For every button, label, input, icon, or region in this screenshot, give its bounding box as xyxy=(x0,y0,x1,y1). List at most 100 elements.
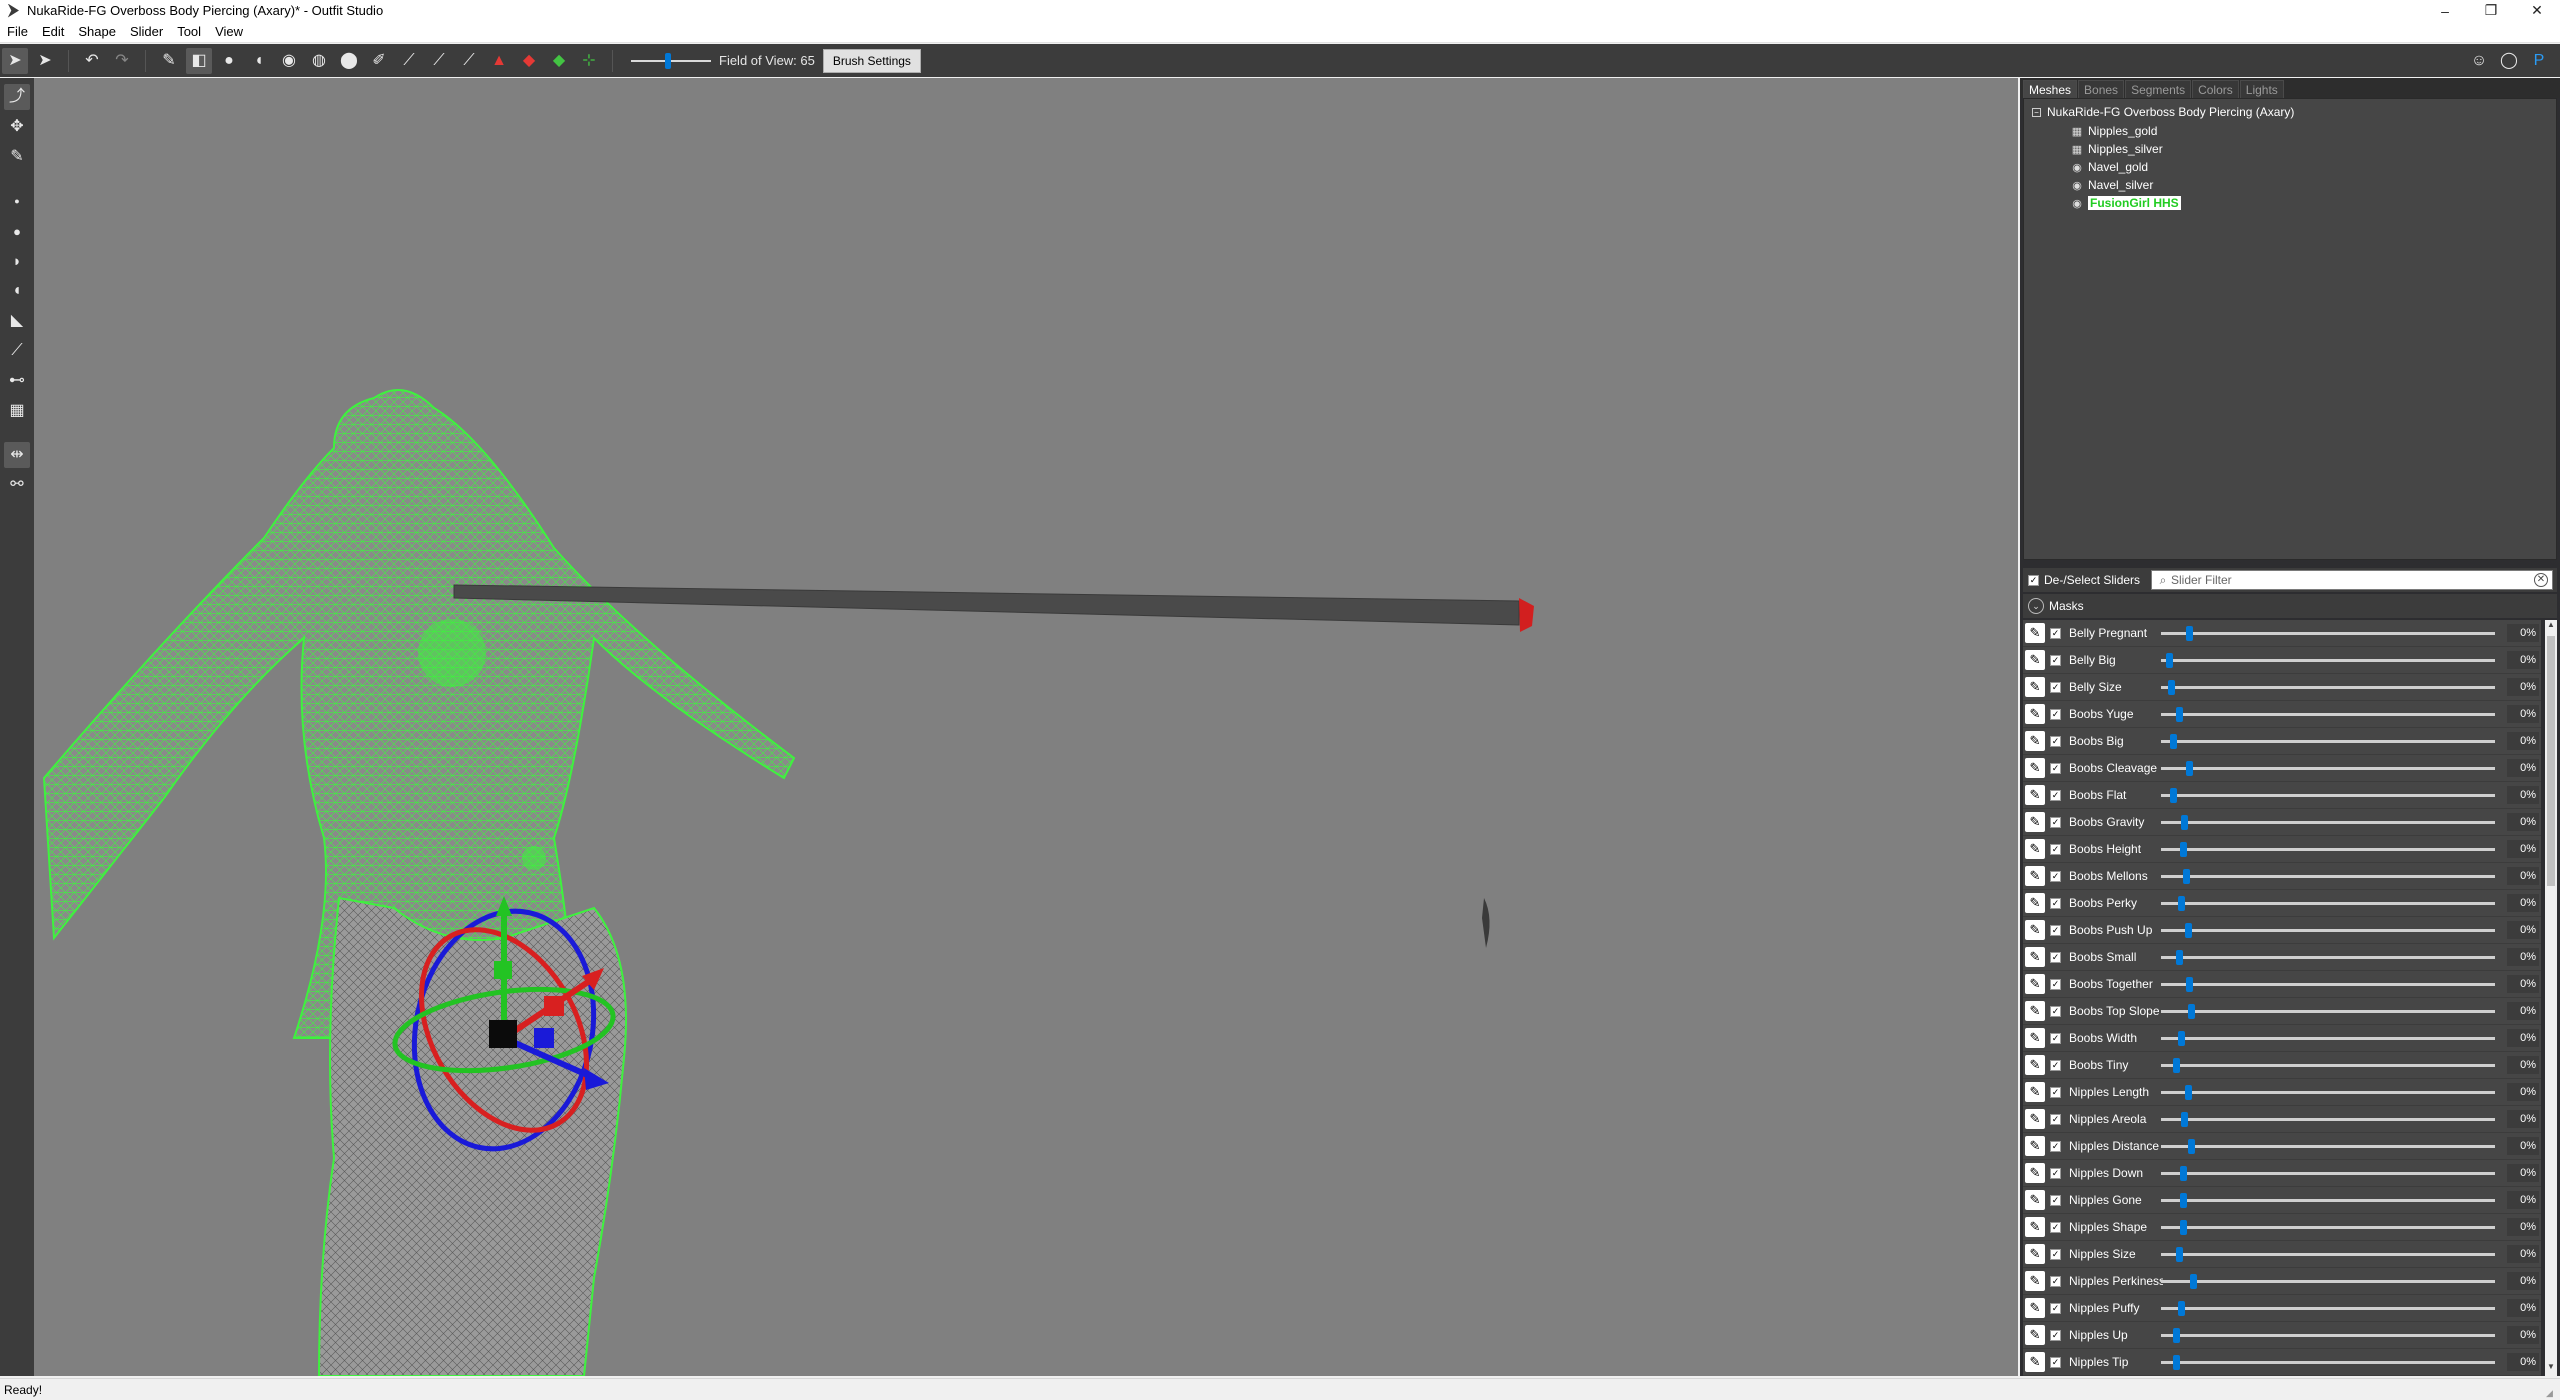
checkbox[interactable]: ✓ xyxy=(2028,574,2039,586)
slider-value[interactable]: 0% xyxy=(2507,1029,2539,1047)
slider-checkbox[interactable]: ✓ xyxy=(2050,1221,2061,1233)
slider-value[interactable]: 0% xyxy=(2507,1272,2539,1290)
slider-track[interactable] xyxy=(2161,983,2495,986)
slider-thumb[interactable] xyxy=(2179,1220,2187,1235)
weight-brush-icon[interactable]: ◍ xyxy=(306,48,332,74)
edit-weights-icon[interactable]: ⟋ xyxy=(4,338,30,364)
slider-value[interactable]: 0% xyxy=(2507,1299,2539,1317)
slider-thumb[interactable] xyxy=(2186,977,2194,992)
edit-slider-icon[interactable]: ✎ xyxy=(2025,731,2045,751)
edit-slider-icon[interactable]: ✎ xyxy=(2025,1001,2045,1021)
pivot-icon[interactable]: ✎ xyxy=(4,144,30,170)
slider-thumb[interactable] xyxy=(2184,1085,2192,1100)
edit-slider-icon[interactable]: ✎ xyxy=(2025,947,2045,967)
move-brush-icon[interactable]: ◖ xyxy=(246,48,272,74)
3d-viewport[interactable] xyxy=(34,78,2018,1376)
slider-track[interactable] xyxy=(2161,1307,2495,1310)
slider-thumb[interactable] xyxy=(2184,923,2192,938)
slider-list-scrollbar[interactable]: ▲ ▼ xyxy=(2545,620,2557,1376)
transform-tool-icon[interactable]: ➤ xyxy=(32,48,58,74)
slider-checkbox[interactable]: ✓ xyxy=(2050,1113,2061,1125)
delete-faces-icon[interactable]: ◆ xyxy=(516,48,542,74)
eye-icon[interactable]: ◉ xyxy=(2070,197,2084,210)
slider-checkbox[interactable]: ✓ xyxy=(2050,1356,2061,1368)
edit-slider-icon[interactable]: ✎ xyxy=(2025,1244,2045,1264)
slider-thumb[interactable] xyxy=(2181,1112,2189,1127)
edit-slider-icon[interactable]: ✎ xyxy=(2025,704,2045,724)
slider-thumb[interactable] xyxy=(2188,1004,2195,1019)
slider-checkbox[interactable]: ✓ xyxy=(2050,1005,2061,1017)
slider-checkbox[interactable]: ✓ xyxy=(2050,1032,2061,1044)
eye-icon[interactable]: ◉ xyxy=(2070,161,2084,174)
slider-value[interactable]: 0% xyxy=(2507,732,2539,750)
slider-track[interactable] xyxy=(2161,1253,2495,1256)
slider-checkbox[interactable]: ✓ xyxy=(2050,627,2061,639)
minimize-button[interactable]: – xyxy=(2422,0,2468,21)
edit-slider-icon[interactable]: ✎ xyxy=(2025,974,2045,994)
edit-slider-icon[interactable]: ✎ xyxy=(2025,758,2045,778)
redo-icon[interactable]: ↷ xyxy=(109,48,135,74)
inflate-brush-icon[interactable]: ◧ xyxy=(186,47,212,74)
edit-slider-icon[interactable]: ✎ xyxy=(2025,650,2045,670)
tab-meshes[interactable]: Meshes xyxy=(2023,80,2078,98)
slider-track[interactable] xyxy=(2161,1172,2495,1175)
connected-only-icon[interactable]: ⊹ xyxy=(576,48,602,74)
deselect-sliders-toggle[interactable]: ✓ De-/Select Sliders xyxy=(2028,573,2148,587)
edit-slider-icon[interactable]: ✎ xyxy=(2025,1325,2045,1345)
slider-checkbox[interactable]: ✓ xyxy=(2050,1275,2061,1287)
brush-size-medium-icon[interactable]: ● xyxy=(4,218,30,244)
scroll-up-icon[interactable]: ▲ xyxy=(2545,620,2557,634)
slider-checkbox[interactable]: ✓ xyxy=(2050,789,2061,801)
edit-slider-icon[interactable]: ✎ xyxy=(2025,1082,2045,1102)
slider-value[interactable]: 0% xyxy=(2507,813,2539,831)
undo-icon[interactable]: ↶ xyxy=(79,48,105,74)
slider-thumb[interactable] xyxy=(2169,788,2177,803)
slider-thumb[interactable] xyxy=(2169,734,2177,749)
tab-lights[interactable]: Lights xyxy=(2239,80,2284,98)
edit-slider-icon[interactable]: ✎ xyxy=(2025,1271,2045,1291)
slider-checkbox[interactable]: ✓ xyxy=(2050,1302,2061,1314)
toggle-xmirror-icon[interactable]: ◆ xyxy=(546,48,572,74)
mirror-toggle-icon[interactable]: ⇹ xyxy=(4,442,30,468)
masks-row[interactable]: ⌄ Masks xyxy=(2023,594,2557,618)
slider-value[interactable]: 0% xyxy=(2507,1110,2539,1128)
slider-checkbox[interactable]: ✓ xyxy=(2050,708,2061,720)
slider-thumb[interactable] xyxy=(2179,1166,2187,1181)
edit-slider-icon[interactable]: ✎ xyxy=(2025,893,2045,913)
menu-slider[interactable]: Slider xyxy=(123,24,170,39)
edit-slider-icon[interactable]: ✎ xyxy=(2025,623,2045,643)
slider-checkbox[interactable]: ✓ xyxy=(2050,816,2061,828)
slider-track[interactable] xyxy=(2161,1361,2495,1364)
slider-checkbox[interactable]: ✓ xyxy=(2050,1059,2061,1071)
menu-tool[interactable]: Tool xyxy=(170,24,208,39)
tab-bones[interactable]: Bones xyxy=(2078,80,2125,98)
slider-value[interactable]: 0% xyxy=(2507,1056,2539,1074)
slider-track[interactable] xyxy=(2161,1037,2495,1040)
slider-checkbox[interactable]: ✓ xyxy=(2050,654,2061,666)
github-icon[interactable]: ◯ xyxy=(2496,48,2522,74)
slider-track[interactable] xyxy=(2161,1280,2495,1283)
smooth-brush-icon[interactable]: ◉ xyxy=(276,48,302,74)
slider-value[interactable]: 0% xyxy=(2507,786,2539,804)
slider-value[interactable]: 0% xyxy=(2507,1164,2539,1182)
slider-thumb[interactable] xyxy=(2186,761,2194,776)
slider-track[interactable] xyxy=(2161,821,2495,824)
slider-track[interactable] xyxy=(2161,1145,2495,1148)
tab-colors[interactable]: Colors xyxy=(2192,80,2239,98)
slider-value[interactable]: 0% xyxy=(2507,678,2539,696)
edit-slider-icon[interactable]: ✎ xyxy=(2025,677,2045,697)
grid-toggle-icon[interactable]: ▦ xyxy=(4,398,30,424)
slider-track[interactable] xyxy=(2161,740,2495,743)
slider-checkbox[interactable]: ✓ xyxy=(2050,1140,2061,1152)
slider-value[interactable]: 0% xyxy=(2507,1353,2539,1371)
slider-track[interactable] xyxy=(2161,1199,2495,1202)
edit-slider-icon[interactable]: ✎ xyxy=(2025,1136,2045,1156)
scroll-down-icon[interactable]: ▼ xyxy=(2545,1362,2557,1376)
slider-value[interactable]: 0% xyxy=(2507,651,2539,669)
edit-slider-icon[interactable]: ✎ xyxy=(2025,785,2045,805)
slider-value[interactable]: 0% xyxy=(2507,1002,2539,1020)
slider-checkbox[interactable]: ✓ xyxy=(2050,1167,2061,1179)
slider-thumb[interactable] xyxy=(2177,896,2185,911)
slider-value[interactable]: 0% xyxy=(2507,1191,2539,1209)
maximize-button[interactable]: ❐ xyxy=(2468,0,2514,21)
